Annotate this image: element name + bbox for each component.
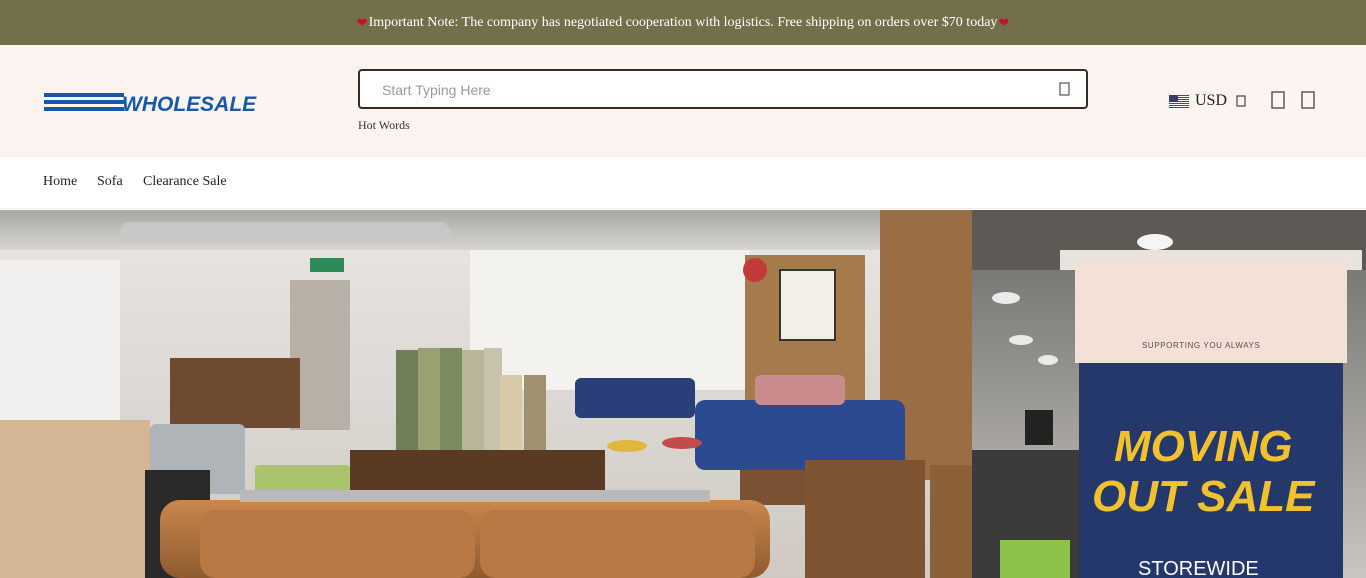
cart-icon[interactable] <box>1300 90 1316 110</box>
nav-item-clearance-sale[interactable]: Clearance Sale <box>143 174 227 190</box>
showroom-photo <box>0 210 1366 578</box>
heart-icon: ❤ <box>998 14 1010 30</box>
search-box <box>358 69 1088 109</box>
chevron-down-icon <box>1236 95 1246 107</box>
banner-headline-line1: MOVING <box>1114 422 1293 471</box>
heart-icon: ❤ <box>356 14 368 30</box>
currency-selector[interactable]: USD <box>1169 91 1247 111</box>
nav-item-home[interactable]: Home <box>43 174 77 190</box>
banner-headline-line2: OUT SALE <box>1092 472 1315 521</box>
search-input[interactable] <box>382 79 1022 101</box>
nav-item-sofa[interactable]: Sofa <box>97 174 123 190</box>
announcement-text: Important Note: The company has negotiat… <box>368 14 998 30</box>
currency-code: USD <box>1195 92 1228 109</box>
hot-words-label: Hot Words <box>358 118 410 132</box>
site-header: WHOLESALE Hot Words USD <box>0 45 1366 157</box>
main-nav: Home Sofa Clearance Sale <box>0 157 1366 209</box>
logo-text: WHOLESALE <box>122 93 257 113</box>
search-icon[interactable] <box>1058 82 1072 96</box>
banner-storewide-text: STOREWIDE <box>1138 558 1259 578</box>
wholesale-logo[interactable]: WHOLESALE <box>44 91 292 113</box>
announcement-bar: ❤ Important Note: The company has negoti… <box>0 0 1366 45</box>
hero-banner[interactable]: SUPPORTING YOU ALWAYS MOVING OUT SALE ST… <box>0 210 1366 578</box>
banner-small-text: SUPPORTING YOU ALWAYS <box>1142 341 1261 350</box>
us-flag-icon <box>1169 94 1189 108</box>
account-icon[interactable] <box>1270 90 1286 110</box>
